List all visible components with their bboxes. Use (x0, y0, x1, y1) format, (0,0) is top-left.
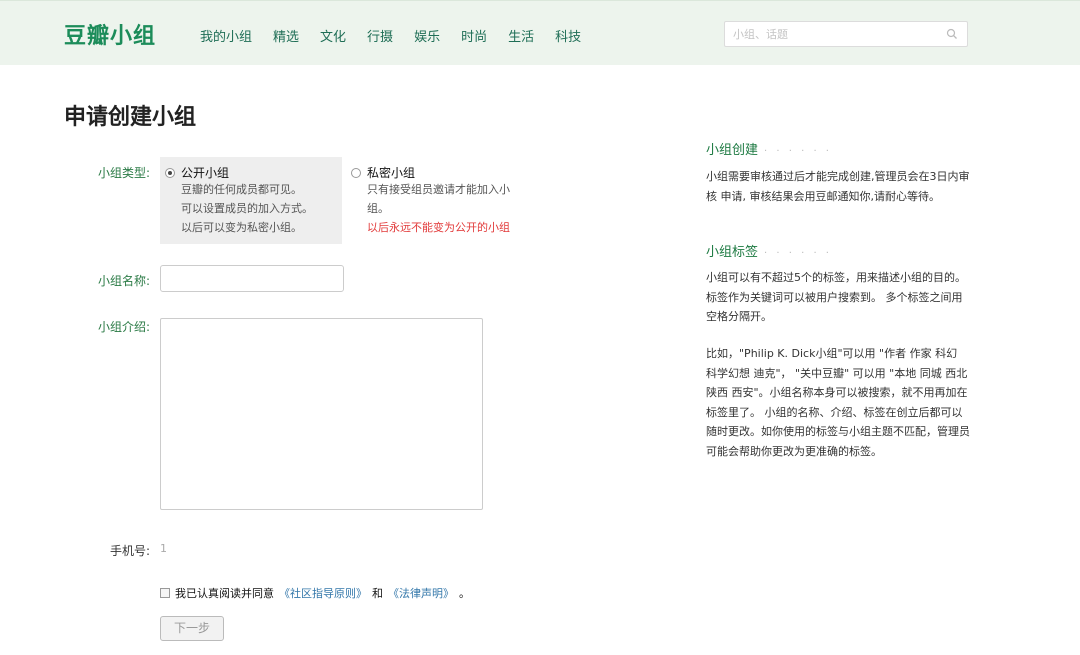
private-desc-text: 只有接受组员邀请才能加入小组。 (367, 183, 510, 215)
group-name-label: 小组名称: (97, 274, 150, 288)
search-input[interactable] (725, 22, 935, 46)
phone-label: 手机号: (109, 544, 150, 558)
group-intro-label: 小组介绍: (97, 320, 150, 334)
community-guidelines-link[interactable]: 《社区指导原则》 (279, 585, 367, 601)
nav-my-groups[interactable]: 我的小组 (200, 26, 252, 45)
nav-culture[interactable]: 文化 (320, 26, 346, 45)
nav-featured[interactable]: 精选 (273, 26, 299, 45)
sidebar-tags-title: 小组标签 (706, 245, 759, 260)
private-group-option[interactable]: 私密小组 (351, 164, 415, 181)
public-group-label: 公开小组 (181, 166, 230, 180)
nav-life[interactable]: 生活 (508, 26, 534, 45)
group-name-input[interactable] (160, 265, 344, 292)
sidebar-create-heading: 小组创建 · · · · · · (706, 139, 832, 158)
private-group-desc: 只有接受组员邀请才能加入小组。 以后永远不能变为公开的小组 (367, 180, 517, 245)
sidebar-create-text: 小组需要审核通过后才能完成创建,管理员会在3日内审核 申请, 审核结果会用豆邮通… (706, 170, 970, 203)
public-group-option[interactable]: 公开小组 (165, 164, 229, 181)
site-logo[interactable]: 豆瓣小组 (64, 18, 156, 50)
nav-entertainment[interactable]: 娱乐 (414, 26, 440, 45)
private-radio[interactable] (351, 167, 361, 178)
public-radio[interactable] (165, 167, 175, 178)
public-desc-line: 以后可以变为私密小组。 (181, 221, 302, 234)
top-bar: 豆瓣小组 我的小组 精选 文化 行摄 娱乐 时尚 生活 科技 (0, 0, 1080, 65)
legal-notice-link[interactable]: 《法律声明》 (388, 585, 454, 601)
private-warning-text: 以后永远不能变为公开的小组 (367, 221, 510, 234)
nav-fashion[interactable]: 时尚 (461, 26, 487, 45)
agreement-row: 我已认真阅读并同意 《社区指导原则》 和 《法律声明》 。 (160, 585, 470, 601)
heading-dots: · · · · · · (764, 146, 832, 157)
public-group-desc: 豆瓣的任何成员都可见。 可以设置成员的加入方式。 以后可以变为私密小组。 (181, 180, 341, 237)
search-box (724, 21, 968, 47)
private-group-label: 私密小组 (367, 166, 416, 180)
search-icon[interactable] (946, 28, 958, 40)
next-step-button[interactable]: 下一步 (160, 616, 224, 641)
nav-travel[interactable]: 行摄 (367, 26, 393, 45)
phone-value: 1 (160, 542, 167, 555)
sidebar-tags-heading: 小组标签 · · · · · · (706, 241, 832, 260)
public-desc-line: 可以设置成员的加入方式。 (181, 202, 313, 215)
group-type-label: 小组类型: (97, 166, 150, 180)
sidebar-tags-text: 小组可以有不超过5个的标签，用来描述小组的目的。标签作为关键词可以被用户搜索到。… (706, 271, 966, 323)
page-title: 申请创建小组 (64, 105, 197, 130)
group-intro-textarea[interactable] (160, 318, 483, 510)
agree-checkbox[interactable] (160, 588, 170, 598)
agree-prefix: 我已认真阅读并同意 (175, 587, 274, 600)
main-nav: 我的小组 精选 文化 行摄 娱乐 时尚 生活 科技 (200, 26, 602, 45)
sidebar-tags-example: 比如，"Philip K. Dick小组"可以用 "作者 作家 科幻 科学幻想 … (706, 347, 970, 458)
public-desc-line: 豆瓣的任何成员都可见。 (181, 183, 302, 196)
nav-tech[interactable]: 科技 (555, 26, 581, 45)
agree-and: 和 (372, 587, 383, 600)
agree-suffix: 。 (459, 587, 470, 600)
sidebar-create-title: 小组创建 (706, 143, 759, 158)
heading-dots: · · · · · · (764, 248, 832, 259)
